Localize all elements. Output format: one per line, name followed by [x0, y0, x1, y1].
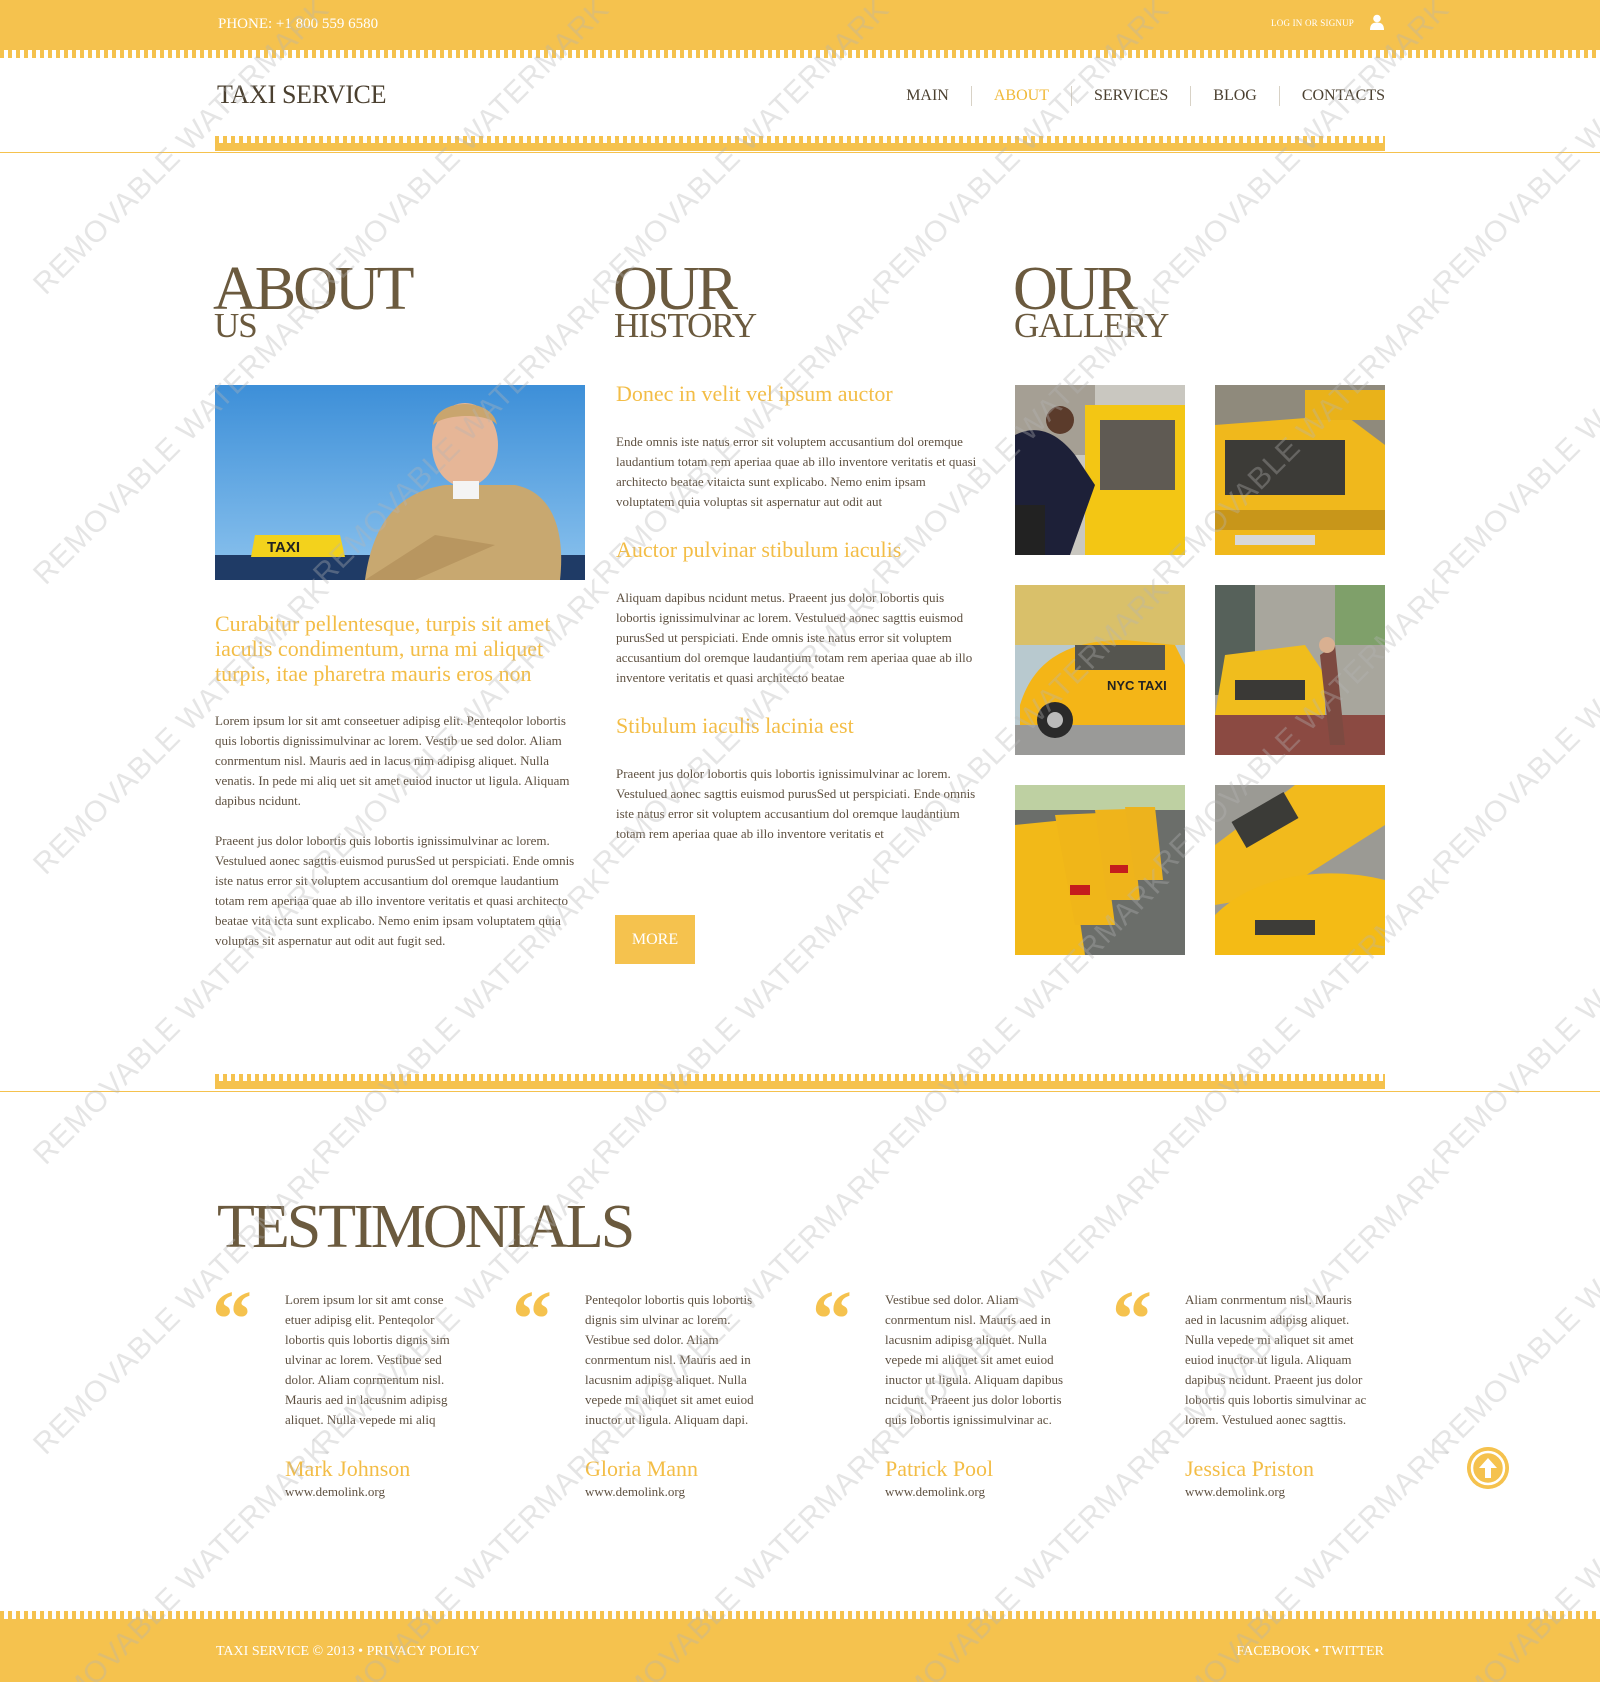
main-nav: MAIN ABOUT SERVICES BLOG CONTACTS	[906, 86, 1385, 106]
nav-about[interactable]: ABOUT	[970, 86, 1071, 106]
testimonial-text: Penteqolor lobortis quis lobortis dignis…	[585, 1292, 754, 1427]
history-text-2: Aliquam dapibus ncidunt metus. Praeent j…	[616, 590, 973, 685]
gallery-image-taxi-passenger[interactable]	[1215, 585, 1385, 755]
site-logo[interactable]: TAXI SERVICE	[217, 80, 386, 110]
quote-icon: “	[212, 1276, 252, 1364]
watermark-text: REMOVABLE WATERMARK	[1427, 1152, 1600, 1461]
testimonial-author: Gloria Mann	[585, 1456, 699, 1481]
testimonial-website[interactable]: www.demolink.org	[285, 1484, 385, 1500]
history-heading-3: Stibulum iaculis lacinia est	[616, 713, 854, 738]
nav-blog[interactable]: BLOG	[1190, 86, 1279, 106]
testimonials-title: TESTIMONIALS	[217, 1193, 635, 1261]
watermark-text: REMOVABLE WATERMARK	[1427, 572, 1600, 881]
testimonial-author: Patrick Pool	[885, 1456, 994, 1481]
section-separator-stripe	[215, 1081, 1385, 1089]
footer-teeth	[0, 1611, 1600, 1619]
about-lead: Curabitur pellentesque, turpis sit amet …	[215, 611, 551, 686]
section-separator-line	[0, 1091, 1600, 1092]
about-paragraph-1: Lorem ipsum lor sit amt conseetuer adipi…	[215, 713, 570, 808]
gallery-image-taxi-queue[interactable]	[1015, 785, 1185, 955]
watermark-text: REMOVABLE WATERMARK	[587, 862, 896, 1171]
testimonial-author: Jessica Priston	[1185, 1456, 1314, 1481]
section-separator-teeth	[215, 1074, 1385, 1081]
history-subtitle: HISTORY	[614, 306, 757, 345]
testimonial-website[interactable]: www.demolink.org	[885, 1484, 985, 1500]
user-icon[interactable]	[1370, 14, 1384, 30]
watermark-text: REMOVABLE WATERMARK	[1427, 862, 1600, 1171]
watermark-text: REMOVABLE WATERMARK	[1427, 282, 1600, 591]
about-paragraph-2: Praeent jus dolor lobortis quis lobortis…	[215, 833, 575, 948]
footer-social-links[interactable]: FACEBOOK • TWITTER	[1237, 1644, 1385, 1660]
nav-contacts[interactable]: CONTACTS	[1278, 86, 1385, 106]
scroll-to-top-icon[interactable]	[1467, 1447, 1509, 1489]
history-heading-2: Auctor pulvinar stibulum iaculis	[616, 537, 902, 562]
gallery-image-taxi-line[interactable]	[1215, 385, 1385, 555]
more-button[interactable]: MORE	[615, 915, 695, 964]
gallery-image-hailing-taxi[interactable]	[1015, 385, 1185, 555]
footer-copyright-privacy-link[interactable]: TAXI SERVICE © 2013 • PRIVACY POLICY	[216, 1644, 480, 1660]
testimonial-author: Mark Johnson	[285, 1456, 411, 1481]
about-photo-taxi-driver: TAXI	[215, 385, 585, 580]
history-text-3: Praeent jus dolor lobortis quis lobortis…	[616, 766, 976, 841]
svg-text:NYC TAXI: NYC TAXI	[1107, 678, 1167, 693]
svg-text:TAXI: TAXI	[267, 539, 300, 556]
login-signup-link[interactable]: LOG IN OR SIGNUP	[1271, 18, 1354, 28]
about-subtitle: US	[214, 306, 258, 345]
gallery-image-taxi-cars[interactable]	[1215, 785, 1385, 955]
gallery-subtitle: GALLERY	[1014, 306, 1169, 345]
header-teeth	[215, 136, 1385, 143]
top-bar-teeth	[0, 50, 1600, 58]
gallery-image-nyc-taxi[interactable]: NYC TAXI	[1015, 585, 1185, 755]
testimonial-website[interactable]: www.demolink.org	[1185, 1484, 1285, 1500]
quote-icon: “	[512, 1276, 552, 1364]
nav-main[interactable]: MAIN	[906, 86, 971, 106]
testimonial-text: Lorem ipsum lor sit amt conse etuer adip…	[285, 1292, 450, 1427]
header-stripe	[215, 143, 1385, 151]
testimonial-text: Aliam conrmentum nisl. Mauris aed in lac…	[1185, 1292, 1367, 1427]
testimonial-website[interactable]: www.demolink.org	[585, 1484, 685, 1500]
testimonial-text: Vestibue sed dolor. Aliam conrmentum nis…	[885, 1292, 1064, 1427]
nav-services[interactable]: SERVICES	[1070, 86, 1190, 106]
history-heading-1: Donec in velit vel ipsum auctor	[616, 381, 893, 406]
header-divider	[0, 152, 1600, 153]
history-text-1: Ende omnis iste natus error sit voluptem…	[616, 434, 977, 509]
quote-icon: “	[1112, 1276, 1152, 1364]
quote-icon: “	[812, 1276, 852, 1364]
phone-number: PHONE: +1 800 559 6580	[218, 16, 379, 32]
